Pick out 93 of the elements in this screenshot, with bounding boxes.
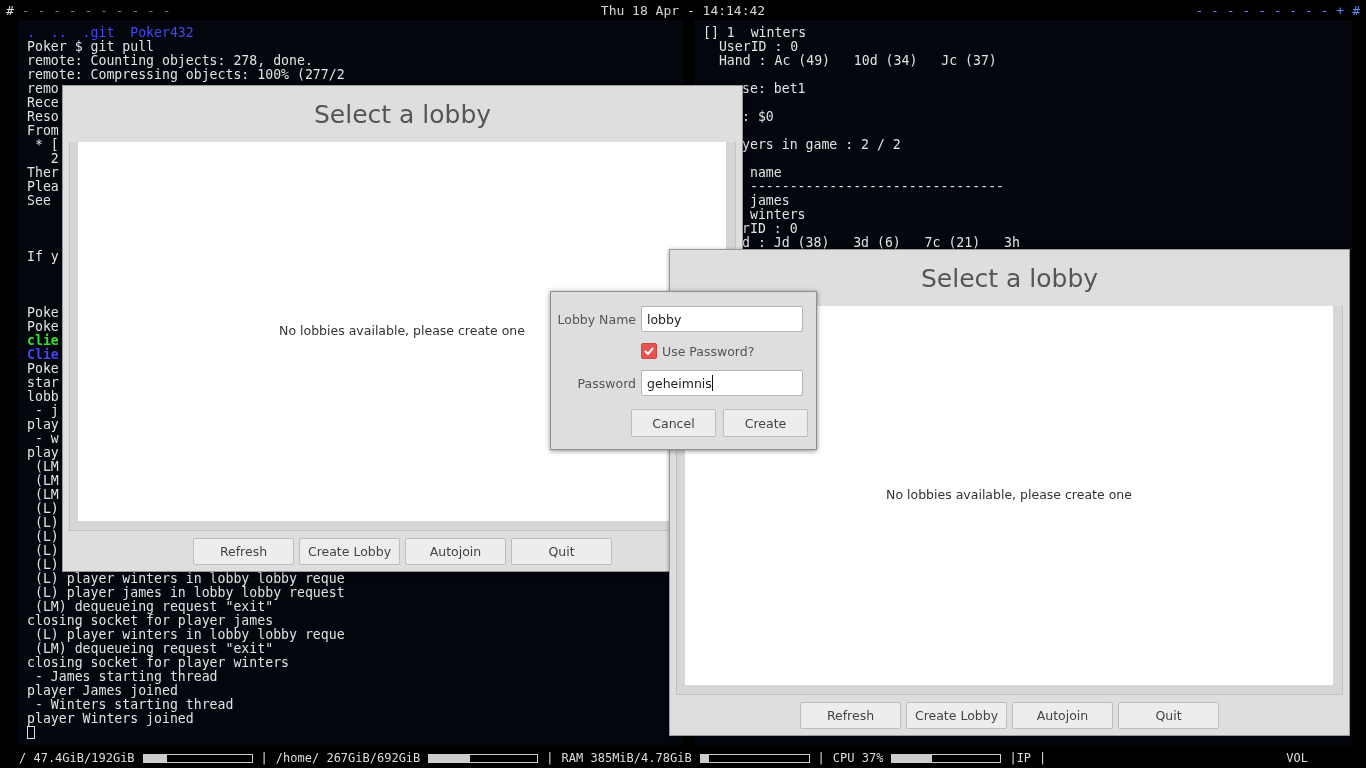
clock: Thu 18 Apr - 14:14:42	[600, 2, 766, 18]
terminal-line: (L)	[33, 544, 59, 558]
window-button[interactable]: Refresh	[193, 537, 294, 565]
window-button[interactable]: Create Lobby	[299, 537, 400, 565]
field-label: Lobby Name	[557, 311, 636, 327]
terminal-line: closing socket for player james	[27, 614, 274, 628]
terminal-line: (L) player winters in lobby lobby reque	[34, 628, 345, 642]
terminal-line: . .. .git Poker432	[27, 26, 194, 40]
status-label: |	[546, 751, 554, 765]
terminal-line: yers in game : 2 / 2	[742, 138, 901, 152]
terminal-line: (L)	[33, 502, 59, 516]
workspace-mark: #	[6, 2, 14, 18]
workspace-tags[interactable]: - - - - - - - - - -	[21, 2, 171, 18]
terminal-line: Hand : Ac (49) 10d (34) Jc (37)	[717, 54, 997, 68]
terminal-line: See	[27, 194, 51, 208]
terminal-line: player Winters joined	[27, 712, 194, 726]
field-label: Password	[577, 375, 636, 391]
status-label: |	[817, 751, 825, 765]
window-button[interactable]: Refresh	[800, 701, 901, 729]
status-label: CPU 37%	[832, 751, 884, 765]
terminal-line: (LM) dequeueing request "exit"	[34, 642, 274, 656]
window-button[interactable]: Autojoin	[405, 537, 506, 565]
terminal-line: (L) player winters in lobby lobby reque	[33, 572, 345, 586]
terminal-line: d : Jd (38) 3d (6) 7c (21) 3h	[742, 236, 1020, 250]
terminal-line: Poke	[27, 362, 59, 376]
empty-message: No lobbies available, please create one	[886, 487, 1132, 503]
terminal-line: Poke	[27, 320, 59, 334]
window-title: Select a lobby	[920, 263, 1099, 293]
status-label: /home/ 267GiB/692GiB	[275, 751, 421, 765]
terminal-line: UserID : 0	[717, 40, 799, 54]
empty-message: No lobbies available, please create one	[279, 323, 525, 339]
window-button[interactable]: Create Lobby	[906, 701, 1007, 729]
window-title: Select a lobby	[313, 99, 492, 129]
password-field[interactable]: geheimnis	[641, 370, 803, 396]
terminal-line: : $0	[742, 110, 774, 124]
terminal-line: winters	[748, 208, 806, 222]
check-icon	[644, 347, 654, 355]
workspace-tags[interactable]: - - - - - - - - - +	[1195, 2, 1345, 18]
terminal-line: From	[27, 124, 59, 138]
terminal-line: (L)	[33, 558, 59, 572]
terminal-line: play	[27, 418, 59, 432]
terminal-line: (LM	[33, 488, 59, 502]
terminal-line: rID : 0	[742, 222, 798, 236]
terminal-line: [] 1 winters	[703, 26, 807, 40]
window-button[interactable]: Autojoin	[1012, 701, 1113, 729]
status-label: RAM 385MiB/4.78GiB	[561, 751, 692, 765]
terminal-line: 2	[49, 152, 59, 166]
terminal-line: remote: Compressing objects: 100% (277/2	[27, 68, 345, 82]
dialog-button[interactable]: Create	[723, 409, 808, 437]
status-label: |	[260, 751, 268, 765]
terminal-line: If y	[27, 250, 59, 264]
dialog-button[interactable]: Cancel	[631, 409, 716, 437]
terminal-line: Clie	[27, 348, 59, 362]
terminal-line: remote: Counting objects: 278, done.	[27, 54, 313, 68]
terminal-line: Ther	[27, 166, 59, 180]
terminal-line: - Winters starting thread	[34, 698, 234, 712]
password-checkbox[interactable]	[641, 343, 657, 359]
terminal-line: Plea	[27, 180, 59, 194]
status-label: / 47.4GiB/192GiB	[19, 751, 135, 765]
terminal-line: - w	[34, 432, 59, 446]
window-button[interactable]: Quit	[511, 537, 612, 565]
checkbox-label: Use Password?	[662, 343, 755, 359]
terminal-line: * [	[33, 138, 59, 152]
terminal-line: (L)	[33, 516, 59, 530]
window-button[interactable]: Quit	[1118, 701, 1219, 729]
terminal-line: name	[748, 166, 782, 180]
terminal-line: remo	[27, 82, 59, 96]
terminal-line: star	[27, 376, 59, 390]
terminal-line: Reso	[27, 110, 59, 124]
terminal-line: clie	[27, 334, 59, 348]
terminal-line: - James starting thread	[34, 670, 218, 684]
terminal-line: (LM) dequeueing request "exit"	[34, 600, 274, 614]
terminal-line: play	[27, 446, 59, 460]
terminal-line: se: bet1	[742, 82, 806, 96]
terminal-line: closing socket for player winters	[27, 656, 289, 670]
terminal-line: (L)	[33, 530, 59, 544]
terminal-line: (LM	[33, 474, 59, 488]
lobby-name-field[interactable]: lobby	[641, 306, 803, 332]
workspace-mark: #	[1352, 2, 1360, 18]
terminal-line: Poker $ git pull	[27, 40, 155, 54]
status-label: |IP	[1009, 751, 1032, 765]
terminal-line: Poke	[27, 306, 59, 320]
terminal-line: (LM	[34, 460, 59, 474]
status-label: |	[1039, 751, 1047, 765]
terminal-line: - j	[34, 404, 59, 418]
terminal-line: (L) player james in lobby lobby request	[33, 586, 345, 600]
terminal-line: james	[748, 194, 790, 208]
terminal-line: player James joined	[27, 684, 178, 698]
terminal-line: Rece	[27, 96, 59, 110]
terminal-line: lobb	[27, 390, 59, 404]
volume-label: VOL	[1286, 751, 1308, 765]
text-cursor	[711, 375, 713, 391]
terminal-line: --------------------------------	[748, 180, 1004, 194]
